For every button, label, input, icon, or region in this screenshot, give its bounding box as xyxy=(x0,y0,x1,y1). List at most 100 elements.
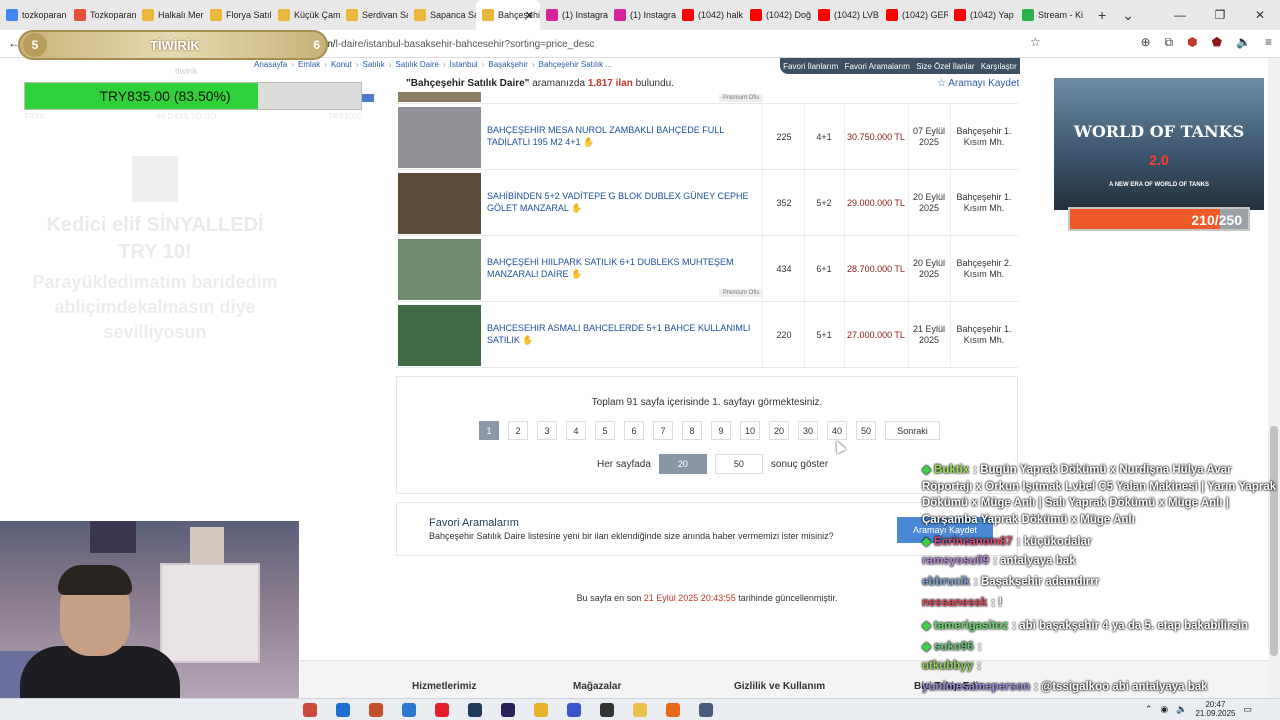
tab-10[interactable]: (1042) halk xyxy=(676,0,744,30)
bookmark-star-icon[interactable]: ☆ xyxy=(1030,35,1041,49)
tab-5[interactable]: Serdivan Satılık xyxy=(340,0,408,30)
volume-icon[interactable]: 🔈 xyxy=(1176,704,1187,715)
photoshop-icon[interactable] xyxy=(463,700,487,720)
puzzle-icon[interactable]: ⧉ xyxy=(1165,35,1174,50)
breadcrumb-item[interactable]: İstanbul xyxy=(450,60,478,74)
restore-icon[interactable]: ❐ xyxy=(1200,8,1240,22)
tab-2[interactable]: Halkalı Merkez xyxy=(136,0,204,30)
tray-chevron-icon[interactable]: ⌃ xyxy=(1145,704,1153,715)
footer-heading-services[interactable]: Hizmetlerimiz xyxy=(412,681,476,692)
page-link-1[interactable]: 1 xyxy=(479,421,499,440)
apps-icon[interactable] xyxy=(562,700,586,720)
breadcrumb-item[interactable]: Konut xyxy=(331,60,352,74)
listing-thumbnail[interactable] xyxy=(398,92,481,102)
page-link-4[interactable]: 4 xyxy=(566,421,586,440)
breadcrumb-item[interactable]: Anasayfa xyxy=(254,60,287,74)
network-icon[interactable]: ◉ xyxy=(1160,704,1168,715)
listing-title[interactable]: BAHÇEŞEHİR MESA NUROL ZAMBAKLI BAHÇEDE F… xyxy=(487,125,757,148)
tab-4[interactable]: Küçük Çamlıca xyxy=(272,0,340,30)
user-link[interactable]: Karşılaştır xyxy=(981,62,1017,71)
ublock-icon[interactable]: ⬟ xyxy=(1212,35,1222,50)
table-row[interactable]: BAHÇEŞEHİ HIILPARK SATILIK 6+1 DUBLEKS M… xyxy=(396,236,1018,302)
listing-thumbnail[interactable] xyxy=(398,173,481,234)
page-link-50[interactable]: 50 xyxy=(856,421,876,440)
breadcrumb-item[interactable]: Başakşehir xyxy=(488,60,528,74)
page-link-20[interactable]: 20 xyxy=(769,421,789,440)
extension-icon[interactable]: ⊕ xyxy=(1140,35,1150,50)
tab-15[interactable]: Stream - Ki xyxy=(1016,0,1084,30)
close-window-icon[interactable]: ✕ xyxy=(1240,8,1280,22)
folder-icon[interactable] xyxy=(628,700,652,720)
new-tab-icon[interactable]: + xyxy=(1098,7,1106,23)
tab-12[interactable]: (1042) LVB xyxy=(812,0,880,30)
listing-thumbnail[interactable] xyxy=(398,305,481,366)
listing-title[interactable]: SAHİBİNDEN 5+2 VADİTEPE G BLOK DUBLEX GÜ… xyxy=(487,191,757,214)
world-of-tanks-ad[interactable]: WORLD OF TANKS 2.0 A NEW ERA OF WORLD OF… xyxy=(1054,78,1264,210)
next-page-button[interactable]: Sonraki xyxy=(885,421,940,440)
speaker-icon[interactable]: 🔈 xyxy=(1236,35,1251,50)
table-row[interactable]: BAHCESEHIR ASMALI BAHCELERDE 5+1 BAHCE K… xyxy=(396,302,1018,368)
user-link[interactable]: Size Özel İlanlar xyxy=(916,62,974,71)
listing-title[interactable]: BAHCESEHIR ASMALI BAHCELERDE 5+1 BAHCE K… xyxy=(487,323,757,346)
table-row[interactable]: BAHÇEŞEHİR MESA NUROL ZAMBAKLI BAHÇEDE F… xyxy=(396,104,1018,170)
user-link[interactable]: Favori İlanlarım xyxy=(783,62,838,71)
tab-1[interactable]: Tozkoparan Ma xyxy=(68,0,136,30)
listing-thumbnail[interactable] xyxy=(398,107,481,168)
page-link-40[interactable]: 40 xyxy=(827,421,847,440)
calendar-icon[interactable] xyxy=(298,700,322,720)
opera-icon[interactable] xyxy=(430,700,454,720)
table-row[interactable]: SAHİBİNDEN 5+2 VADİTEPE G BLOK DUBLEX GÜ… xyxy=(396,170,1018,236)
save-search-link[interactable]: ☆ Aramayı Kaydet xyxy=(937,78,1019,89)
page-link-7[interactable]: 7 xyxy=(653,421,673,440)
chrome-icon[interactable] xyxy=(529,700,553,720)
page-link-8[interactable]: 8 xyxy=(682,421,702,440)
listing-title[interactable]: BAHÇEŞEHİ HIILPARK SATILIK 6+1 DUBLEKS M… xyxy=(487,257,757,280)
page-link-30[interactable]: 30 xyxy=(798,421,818,440)
page-link-5[interactable]: 5 xyxy=(595,421,615,440)
minimize-icon[interactable]: — xyxy=(1160,8,1200,22)
per-page-option-20[interactable]: 20 xyxy=(658,454,707,474)
premiere-icon[interactable] xyxy=(496,700,520,720)
tab-13[interactable]: (1042) GER xyxy=(880,0,948,30)
tab-3[interactable]: Florya Satılık D xyxy=(204,0,272,30)
notification-icon[interactable]: ▭ xyxy=(1243,704,1252,715)
window-icon[interactable] xyxy=(397,700,421,720)
close-tab-icon[interactable]: ✕ xyxy=(525,9,534,22)
tab-8[interactable]: (1) Instagra xyxy=(540,0,608,30)
breadcrumb-item[interactable]: Bahçeşehir Satılık ... xyxy=(539,60,612,74)
game-icon[interactable] xyxy=(364,700,388,720)
shield-icon[interactable]: ⬢ xyxy=(1187,35,1197,50)
page-link-6[interactable]: 6 xyxy=(624,421,644,440)
obs-icon[interactable] xyxy=(595,700,619,720)
tab-7[interactable]: Bahçeşehir S✕ xyxy=(476,0,540,30)
tab-9[interactable]: (1) Instagra xyxy=(608,0,676,30)
breadcrumb-item[interactable]: Satılık xyxy=(363,60,385,74)
firefox-icon[interactable] xyxy=(661,700,685,720)
breadcrumb-item[interactable]: Emlak xyxy=(298,60,320,74)
tab-11[interactable]: (1042) Doğ xyxy=(744,0,812,30)
scrollbar-thumb[interactable] xyxy=(1270,426,1278,656)
user-link[interactable]: Favori Aramalarım xyxy=(845,62,910,71)
footer-heading-stores[interactable]: Mağazalar xyxy=(573,681,621,692)
tab-6[interactable]: Sapanca Satılık xyxy=(408,0,476,30)
tab-14[interactable]: (1042) Yap xyxy=(948,0,1016,30)
page-link-10[interactable]: 10 xyxy=(740,421,760,440)
page-link-2[interactable]: 2 xyxy=(508,421,528,440)
level-number: 5 xyxy=(23,33,47,57)
system-clock[interactable]: 20:47 21.09.2025 xyxy=(1195,700,1235,718)
donation-max: TRY1000 xyxy=(328,112,362,121)
tab-0[interactable]: tozkoparan xyxy=(0,0,68,30)
page-scrollbar[interactable] xyxy=(1268,58,1280,698)
page-link-9[interactable]: 9 xyxy=(711,421,731,440)
tab-search-icon[interactable]: ⌄ xyxy=(1122,7,1134,24)
steam-icon[interactable] xyxy=(694,700,718,720)
breadcrumb-item[interactable]: Satılık Daire xyxy=(395,60,439,74)
menu-icon[interactable]: ≡ xyxy=(1265,35,1272,50)
per-page-option-50[interactable]: 50 xyxy=(714,454,763,474)
outlook-icon[interactable] xyxy=(331,700,355,720)
page-link-3[interactable]: 3 xyxy=(537,421,557,440)
listing-thumbnail[interactable] xyxy=(398,239,481,300)
footer-heading-privacy[interactable]: Gizlilik ve Kullanım xyxy=(734,681,825,692)
url-field[interactable]: en.com/ l-daire/istanbul-basaksehir-bahc… xyxy=(300,34,1040,54)
column-divider xyxy=(804,170,805,235)
